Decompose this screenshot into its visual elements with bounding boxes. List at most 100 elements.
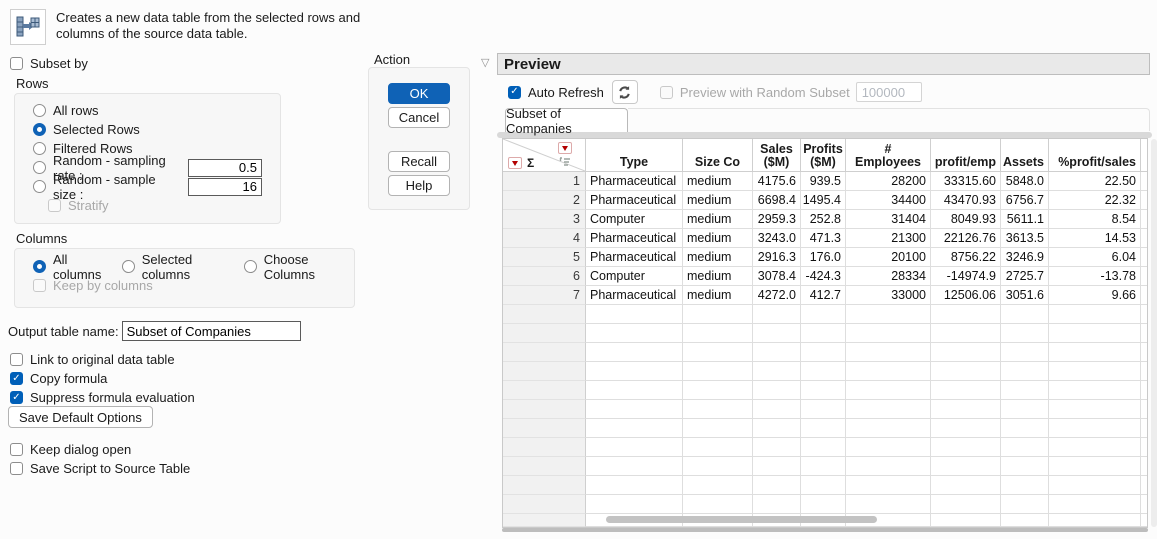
table-cell[interactable] <box>846 476 931 495</box>
radio-all-rows[interactable]: All rows <box>33 101 280 120</box>
help-button[interactable]: Help <box>388 175 450 196</box>
table-cell[interactable] <box>753 476 801 495</box>
table-cell[interactable]: 939.5 <box>801 172 846 191</box>
table-cell[interactable]: 4272.0 <box>753 286 801 305</box>
preview-disclosure-icon[interactable]: ▽ <box>481 56 489 69</box>
table-cell[interactable]: Pharmaceutical <box>586 191 683 210</box>
table-cell[interactable]: 33000 <box>846 286 931 305</box>
table-cell[interactable]: 3051.6 <box>1001 286 1049 305</box>
row-number-cell[interactable] <box>503 305 586 324</box>
table-cell[interactable] <box>801 457 846 476</box>
table-cell[interactable] <box>1049 495 1141 514</box>
row-number-cell[interactable]: 4 <box>503 229 586 248</box>
table-cell[interactable] <box>801 381 846 400</box>
table-cell[interactable]: 1495.4 <box>801 191 846 210</box>
table-cell[interactable]: 20100 <box>846 248 931 267</box>
table-cell[interactable]: 5611.1 <box>1001 210 1049 229</box>
table-cell[interactable] <box>753 400 801 419</box>
table-cell[interactable] <box>586 457 683 476</box>
row-number-cell[interactable] <box>503 457 586 476</box>
table-cell[interactable] <box>1049 438 1141 457</box>
table-cell[interactable] <box>846 362 931 381</box>
column-header-profit-sales[interactable]: %profit/sales <box>1049 139 1141 172</box>
table-cell[interactable] <box>586 343 683 362</box>
table-cell[interactable] <box>586 476 683 495</box>
table-cell[interactable]: 252.8 <box>801 210 846 229</box>
table-cell[interactable] <box>846 343 931 362</box>
row-number-cell[interactable] <box>503 362 586 381</box>
random-sample-size-input[interactable] <box>188 178 262 196</box>
table-cell[interactable]: 4175.6 <box>753 172 801 191</box>
table-cell[interactable] <box>846 457 931 476</box>
table-cell[interactable]: 21300 <box>846 229 931 248</box>
row-number-cell[interactable]: 2 <box>503 191 586 210</box>
tab-subset-of-companies[interactable]: Subset of Companies <box>505 108 628 132</box>
table-cell[interactable] <box>846 419 931 438</box>
table-cell[interactable]: 412.7 <box>801 286 846 305</box>
column-header-size-co[interactable]: Size Co <box>683 139 753 172</box>
table-cell[interactable]: -14974.9 <box>931 267 1001 286</box>
table-cell[interactable] <box>683 381 753 400</box>
table-cell[interactable] <box>931 438 1001 457</box>
table-cell[interactable] <box>753 495 801 514</box>
table-cell[interactable] <box>586 305 683 324</box>
sum-icon[interactable]: Σ <box>527 156 534 170</box>
random-sampling-rate-input[interactable] <box>188 159 262 177</box>
table-cell[interactable]: 22.50 <box>1049 172 1141 191</box>
table-cell[interactable]: 3078.4 <box>753 267 801 286</box>
table-cell[interactable] <box>1049 381 1141 400</box>
radio-all-columns[interactable]: All columns <box>33 257 113 276</box>
table-cell[interactable] <box>586 438 683 457</box>
table-cell[interactable] <box>1049 476 1141 495</box>
table-cell[interactable]: 6698.4 <box>753 191 801 210</box>
table-cell[interactable] <box>1049 457 1141 476</box>
row-number-cell[interactable] <box>503 438 586 457</box>
table-cell[interactable]: 2725.7 <box>1001 267 1049 286</box>
table-cell[interactable] <box>1001 514 1049 527</box>
output-table-name-input[interactable] <box>122 321 301 341</box>
rows-menu-icon[interactable] <box>558 142 572 154</box>
table-cell[interactable] <box>931 324 1001 343</box>
table-cell[interactable]: 22.32 <box>1049 191 1141 210</box>
table-cell[interactable]: 28334 <box>846 267 931 286</box>
table-cell[interactable] <box>846 400 931 419</box>
table-cell[interactable]: 471.3 <box>801 229 846 248</box>
table-cell[interactable] <box>801 343 846 362</box>
table-cell[interactable] <box>931 495 1001 514</box>
table-cell[interactable] <box>801 324 846 343</box>
table-cell[interactable]: medium <box>683 229 753 248</box>
row-number-cell[interactable] <box>503 400 586 419</box>
table-cell[interactable] <box>1001 305 1049 324</box>
table-cell[interactable] <box>1001 343 1049 362</box>
table-cell[interactable]: medium <box>683 210 753 229</box>
radio-selected-columns[interactable]: Selected columns <box>122 257 235 276</box>
table-cell[interactable] <box>753 362 801 381</box>
table-cell[interactable] <box>1001 457 1049 476</box>
recall-button[interactable]: Recall <box>388 151 450 172</box>
row-number-cell[interactable]: 7 <box>503 286 586 305</box>
table-cell[interactable] <box>586 381 683 400</box>
table-cell[interactable] <box>1001 362 1049 381</box>
checkbox-auto-refresh[interactable]: Auto Refresh <box>508 83 604 102</box>
table-cell[interactable] <box>931 343 1001 362</box>
table-cell[interactable] <box>931 457 1001 476</box>
table-cell[interactable] <box>931 305 1001 324</box>
table-cell[interactable]: 8049.93 <box>931 210 1001 229</box>
table-cell[interactable]: 8.54 <box>1049 210 1141 229</box>
table-cell[interactable] <box>683 324 753 343</box>
ok-button[interactable]: OK <box>388 83 450 104</box>
column-header-profits-m[interactable]: Profits ($M) <box>801 139 846 172</box>
table-cell[interactable] <box>683 457 753 476</box>
table-cell[interactable]: 22126.76 <box>931 229 1001 248</box>
table-cell[interactable] <box>931 514 1001 527</box>
checkbox-keep-dialog-open[interactable]: Keep dialog open <box>10 440 190 459</box>
table-cell[interactable]: -424.3 <box>801 267 846 286</box>
table-cell[interactable] <box>846 495 931 514</box>
table-cell[interactable] <box>753 343 801 362</box>
row-number-cell[interactable] <box>503 419 586 438</box>
table-cell[interactable] <box>1049 419 1141 438</box>
table-cell[interactable]: medium <box>683 191 753 210</box>
column-header-sales-m[interactable]: Sales ($M) <box>753 139 801 172</box>
radio-random-sample-size[interactable]: Random - sample size : <box>33 177 280 196</box>
cancel-button[interactable]: Cancel <box>388 107 450 128</box>
